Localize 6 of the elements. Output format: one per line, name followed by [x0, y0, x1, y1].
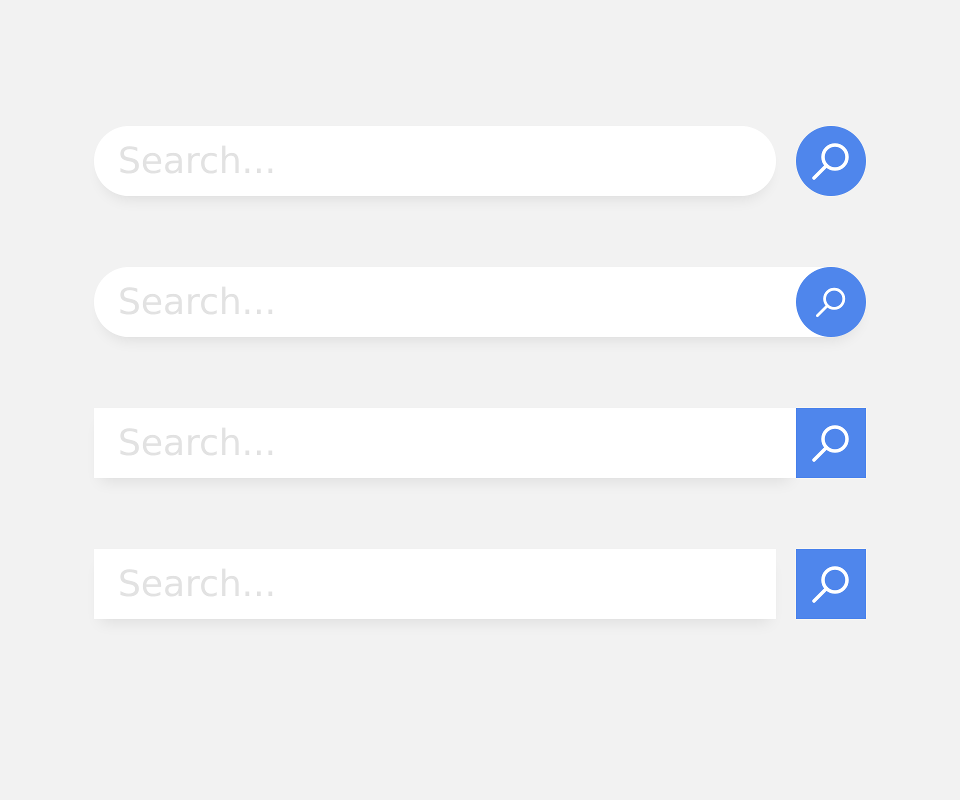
search-button[interactable]	[796, 408, 866, 478]
search-icon	[811, 141, 851, 181]
search-icon	[815, 286, 847, 318]
search-button[interactable]	[796, 549, 866, 619]
search-icon	[811, 423, 851, 463]
search-icon	[811, 564, 851, 604]
